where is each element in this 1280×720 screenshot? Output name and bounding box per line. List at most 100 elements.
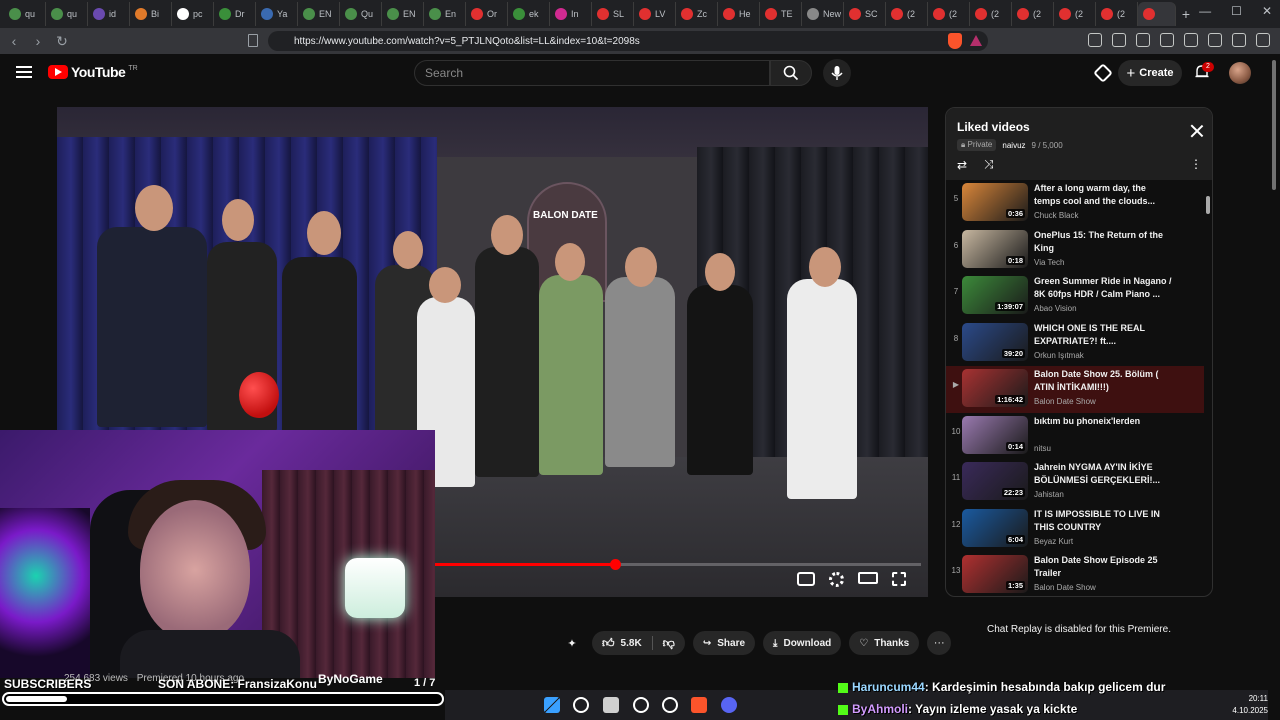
leo-icon[interactable] <box>1208 33 1222 47</box>
playlist-item-title[interactable]: After a long warm day, the temps cool an… <box>1034 182 1174 208</box>
thumbs-down-icon[interactable]: 👎︎ <box>663 636 675 651</box>
like-button[interactable]: 👍︎ 5.8K 👎︎ <box>592 631 685 655</box>
playlist-owner[interactable]: naivuz <box>1002 141 1025 150</box>
brave-shield-icon[interactable] <box>948 33 962 49</box>
address-bar[interactable]: https://www.youtube.com/watch?v=5_PTJLNQ… <box>268 31 988 51</box>
browser-tab[interactable]: (2 <box>1012 2 1054 26</box>
browser-tab[interactable]: New T <box>802 2 844 26</box>
playlist-more-icon[interactable]: ⋮ <box>1190 157 1202 171</box>
brave-rewards-icon[interactable] <box>970 35 982 46</box>
screenshot-icon[interactable] <box>1112 33 1126 47</box>
taskbar-search-icon[interactable] <box>573 697 589 713</box>
vpn-icon[interactable] <box>1232 33 1246 47</box>
share-button[interactable]: ↪ Share <box>692 631 756 655</box>
seek-bar-knob[interactable] <box>609 559 621 570</box>
captions-icon[interactable] <box>797 572 815 586</box>
back-icon[interactable]: ‹ <box>4 31 24 51</box>
clip-icon[interactable]: ✦ <box>560 631 584 655</box>
playlist-item-title[interactable]: Jahrein NYGMA AY'IN İKİYE BÖLÜNMESİ GERÇ… <box>1034 461 1174 487</box>
search-button[interactable] <box>770 60 812 86</box>
playlist-item[interactable]: 7 1:39:07 Green Summer Ride in Nagano / 8K… <box>946 273 1204 320</box>
browser-tab[interactable] <box>1138 2 1176 26</box>
browser-tab[interactable]: qu <box>46 2 88 26</box>
fullscreen-icon[interactable] <box>892 572 906 586</box>
playlist-scroll-thumb[interactable] <box>1206 196 1210 214</box>
page-scrollbar[interactable] <box>1268 54 1280 720</box>
voice-search-button[interactable] <box>823 59 851 87</box>
windows-start-icon[interactable] <box>544 697 560 713</box>
browser-tab[interactable]: EN <box>382 2 424 26</box>
playlist-item-title[interactable]: bıktım bu phoneix'lerden <box>1034 415 1174 428</box>
browser-tab[interactable]: He <box>718 2 760 26</box>
playlist-item-title[interactable]: Balon Date Show Episode 25 Trailer <box>1034 554 1174 580</box>
playlist-item[interactable]: 11 22:23 Jahrein NYGMA AY'IN İKİYE BÖLÜNME… <box>946 459 1204 506</box>
browser-tab[interactable]: (2 <box>886 2 928 26</box>
browser-tab[interactable]: (2 <box>1054 2 1096 26</box>
extensions-icon[interactable] <box>1088 33 1102 47</box>
chatgpt-icon[interactable] <box>633 697 649 713</box>
browser-tab[interactable]: Or <box>466 2 508 26</box>
account-avatar[interactable] <box>1229 62 1251 84</box>
shuffle-icon[interactable]: ⤨ <box>984 157 994 172</box>
playlist-item[interactable]: 10 0:14 bıktım bu phoneix'lerden nitsu <box>946 413 1204 460</box>
playlist-item-thumbnail[interactable]: 0:36 <box>962 183 1028 221</box>
brave-browser-icon[interactable] <box>691 697 707 713</box>
browser-tab[interactable]: Qu <box>340 2 382 26</box>
browser-tab[interactable]: EN <box>298 2 340 26</box>
task-view-icon[interactable] <box>603 697 619 713</box>
theater-mode-icon[interactable] <box>858 572 878 584</box>
browser-tab[interactable]: Ya <box>256 2 298 26</box>
playlist-item-title[interactable]: Green Summer Ride in Nagano / 8K 60fps H… <box>1034 275 1174 301</box>
obs-icon[interactable] <box>662 697 678 713</box>
menu-icon[interactable] <box>1256 33 1270 47</box>
browser-tab[interactable]: In <box>550 2 592 26</box>
discord-icon[interactable] <box>721 697 737 713</box>
browser-tab[interactable]: SL <box>592 2 634 26</box>
studio-icon[interactable] <box>1093 63 1113 83</box>
browser-tab[interactable]: En <box>424 2 466 26</box>
browser-tab[interactable]: LV <box>634 2 676 26</box>
loop-icon[interactable]: ⇄ <box>957 158 967 172</box>
hamburger-menu-icon[interactable] <box>16 66 32 78</box>
sidebar-icon[interactable] <box>1160 33 1174 47</box>
playlist-title[interactable]: Liked videos <box>957 120 1030 134</box>
browser-tab[interactable]: (2 <box>928 2 970 26</box>
playlist-item-thumbnail[interactable]: 39:20 <box>962 322 1028 361</box>
playlist-item-thumbnail[interactable]: 0:18 <box>962 229 1028 268</box>
playlist-item-title[interactable]: IT IS IMPOSSIBLE TO LIVE IN THIS COUNTRY <box>1034 508 1174 534</box>
reload-icon[interactable]: ↻ <box>52 31 72 51</box>
playlist-item[interactable]: 6 0:18 OnePlus 15: The Return of the King V… <box>946 227 1204 274</box>
close-window-icon[interactable]: ✕ <box>1262 4 1272 18</box>
playlist-item-thumbnail[interactable]: 1:16:42 <box>962 369 1028 407</box>
playlist-item-thumbnail[interactable]: 6:04 <box>962 508 1028 547</box>
search-input[interactable]: Search <box>414 60 770 86</box>
minimize-icon[interactable]: — <box>1199 4 1211 18</box>
maximize-icon[interactable]: ☐ <box>1231 4 1242 18</box>
playlist-item-thumbnail[interactable]: 22:23 <box>962 462 1028 500</box>
close-playlist-icon[interactable] <box>1190 124 1204 138</box>
playlist-item-thumbnail[interactable]: 1:39:07 <box>962 276 1028 314</box>
thanks-button[interactable]: ♡ Thanks <box>849 631 920 655</box>
playlist-scrollbar[interactable] <box>1204 180 1212 596</box>
playlist-item-title[interactable]: WHICH ONE IS THE REAL EXPATRIATE?! ft...… <box>1034 322 1174 348</box>
download-button[interactable]: ⤓ Download <box>763 631 842 655</box>
playlist-item-title[interactable]: OnePlus 15: The Return of the King <box>1034 229 1174 255</box>
browser-tab[interactable]: Dr <box>214 2 256 26</box>
playlist-item[interactable]: 13 1:35 Balon Date Show Episode 25 Trailer… <box>946 552 1204 596</box>
page-scroll-thumb[interactable] <box>1272 60 1276 190</box>
settings-gear-icon[interactable] <box>829 572 844 587</box>
playlist-item[interactable]: ▶ 1:16:42 Balon Date Show 25. Bölüm ( ATIN… <box>946 366 1204 413</box>
playlist-item-title[interactable]: Balon Date Show 25. Bölüm ( ATIN İNTİKAM… <box>1034 368 1174 394</box>
system-tray-clock[interactable]: 20:11 4.10.2025 <box>1232 693 1268 717</box>
bookmark-icon[interactable] <box>248 34 258 47</box>
playlist-item[interactable]: 5 0:36 After a long warm day, the temps co… <box>946 180 1204 227</box>
browser-tab[interactable]: id <box>88 2 130 26</box>
browser-tab[interactable]: TE <box>760 2 802 26</box>
browser-tab[interactable]: pc <box>172 2 214 26</box>
playlist-item[interactable]: 12 6:04 IT IS IMPOSSIBLE TO LIVE IN THIS C… <box>946 506 1204 553</box>
playlist-item[interactable]: 8 39:20 WHICH ONE IS THE REAL EXPATRIATE?!… <box>946 320 1204 367</box>
browser-tab[interactable]: Bi <box>130 2 172 26</box>
create-button[interactable]: + Create <box>1118 60 1182 86</box>
forward-icon[interactable]: › <box>28 31 48 51</box>
new-tab-icon[interactable]: + <box>1176 6 1196 22</box>
